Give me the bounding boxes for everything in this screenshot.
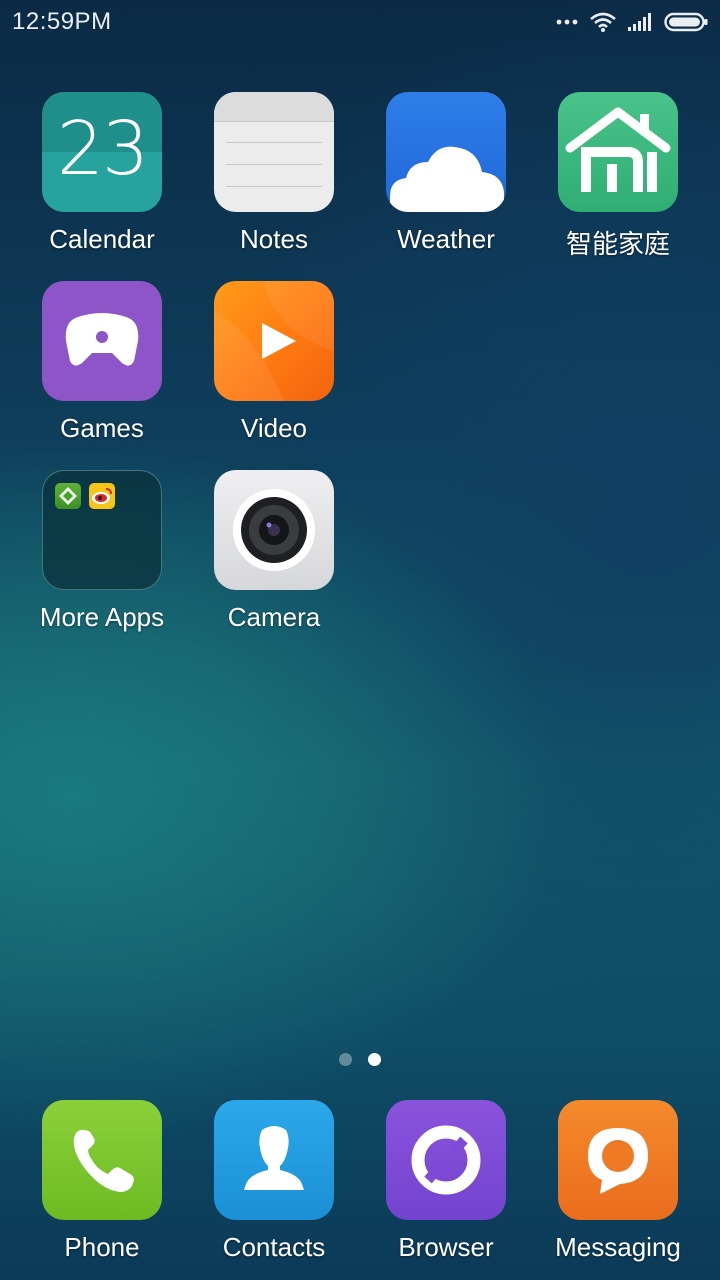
page-dot-2[interactable] [368,1053,381,1066]
app-label: Video [240,413,308,443]
app-label: Calendar [49,224,155,254]
calendar-date: 23 [56,106,149,192]
app-camera[interactable]: Camera [188,470,360,650]
app-games[interactable]: Games [16,281,188,461]
page-dot-1[interactable] [339,1053,352,1066]
app-label: Contacts [222,1232,326,1262]
app-label: Messaging [555,1232,681,1262]
notes-icon [214,92,334,212]
app-label: Browser [398,1232,494,1262]
dock-app-browser[interactable]: Browser [360,1100,532,1280]
dock-app-messaging[interactable]: Messaging [532,1100,704,1280]
app-weather[interactable]: Weather [360,92,532,272]
status-icons [556,12,708,32]
weibo-icon [89,483,115,509]
dock-app-contacts[interactable]: Contacts [188,1100,360,1280]
signal-icon [628,13,651,31]
games-icon [42,281,162,401]
folder-icon [42,470,162,590]
status-time: 12:59PM [12,8,112,35]
wifi-icon [590,12,616,32]
status-bar: 12:59PM [0,0,720,44]
app-label: More Apps [39,602,165,632]
app-notes[interactable]: Notes [188,92,360,272]
calendar-icon: 23 [42,92,162,212]
app-video[interactable]: Video [188,281,360,461]
weather-icon [386,92,506,212]
app-label: 智能家庭 [565,229,670,259]
video-icon [214,281,334,401]
battery-icon [664,12,708,32]
smart-home-icon [558,92,678,212]
camera-icon [214,470,334,590]
more-dots-icon [556,19,578,25]
app-label: Weather [397,224,495,254]
app-smart-home[interactable]: 智能家庭 [532,92,704,272]
contacts-icon [214,1100,334,1220]
app-label: Camera [227,602,321,632]
dock-app-phone[interactable]: Phone [16,1100,188,1280]
messaging-icon [558,1100,678,1220]
phone-icon [42,1100,162,1220]
app-folder-more-apps[interactable]: More Apps [16,470,188,650]
browser-icon [386,1100,506,1220]
page-indicator [0,1053,720,1066]
app-label: Games [60,413,144,443]
app-calendar[interactable]: 23 Calendar [16,92,188,272]
folder-app-green-icon [55,483,81,509]
app-label: Phone [64,1232,140,1262]
app-label: Notes [240,224,308,254]
